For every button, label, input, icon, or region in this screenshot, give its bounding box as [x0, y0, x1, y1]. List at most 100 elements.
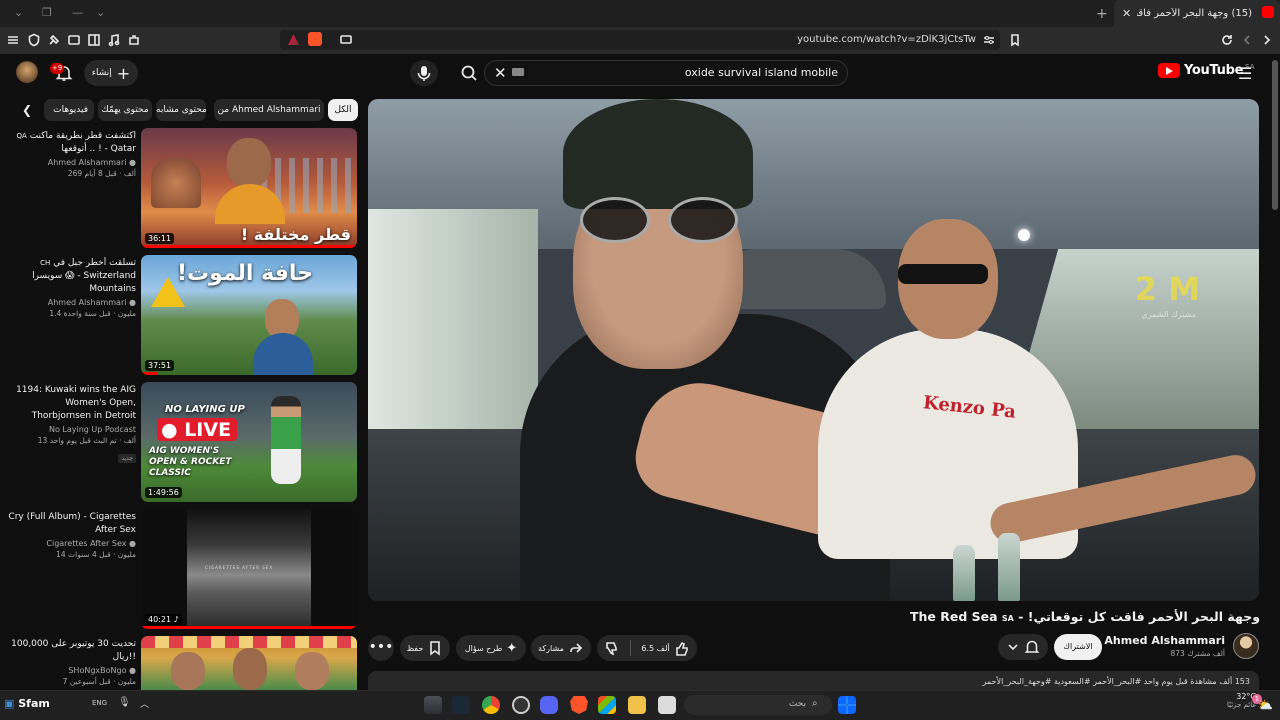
search-clear-icon[interactable]: ✕	[494, 64, 507, 82]
chip-for-you[interactable]: محتوى يهمّك	[98, 99, 152, 121]
page-scrollbar[interactable]	[1272, 60, 1278, 210]
back-icon[interactable]	[1240, 33, 1254, 47]
reader-icon[interactable]	[87, 33, 101, 47]
video-player[interactable]: Kenzo Pa	[368, 99, 1259, 601]
puzzle-icon[interactable]	[127, 33, 141, 47]
tabs-icon[interactable]	[67, 33, 81, 47]
tab-search-icon[interactable]: ⌄	[14, 6, 23, 19]
search-icon[interactable]	[456, 61, 482, 85]
rec-channel: No Laying Up Podcast	[48, 425, 136, 434]
tent-stripes-graphic	[141, 636, 357, 648]
music-icon[interactable]	[107, 33, 121, 47]
language-indicator[interactable]: ENG	[92, 699, 107, 707]
youtube-favicon-icon	[1262, 6, 1274, 18]
obs-icon[interactable]	[512, 696, 530, 714]
partly-cloudy-icon: ⛅	[1258, 698, 1273, 712]
rec-meta: 1.4 مليون · قبل سنة واحدة	[49, 309, 136, 318]
like-icon[interactable]	[674, 640, 690, 656]
rec-thumbnail[interactable]: قطر مختلفة ! 36:11	[141, 128, 357, 248]
tray-chevron-up-icon[interactable]: ︿	[140, 697, 149, 710]
rec-info[interactable]: تحديت 30 يوتيوبر على 100,000 ريال!! SHoN…	[8, 638, 136, 686]
verified-icon: ●	[129, 539, 136, 548]
more-actions-icon[interactable]: •••	[368, 635, 394, 661]
site-settings-icon[interactable]	[982, 33, 996, 47]
taskbar-search-box[interactable]	[684, 695, 832, 715]
save-button[interactable]: حفظ	[400, 635, 450, 661]
user-widget[interactable]: ▣ Sfam	[4, 697, 50, 710]
windows-start-icon[interactable]	[838, 696, 856, 714]
extensions-icon[interactable]	[47, 33, 61, 47]
rec-info[interactable]: 1194: Kuwaki wins the AIG Women's Open, …	[8, 384, 136, 464]
car-left-window	[368, 209, 538, 449]
search-icon: ⌕	[812, 698, 818, 709]
rec-title: 1194: Kuwaki wins the AIG Women's Open, …	[16, 385, 136, 421]
voice-search-button[interactable]	[410, 60, 438, 86]
description-text[interactable]: 153 ألف مشاهدة قبل يوم واحد #البحر_الأحم…	[983, 677, 1250, 686]
rec-watch-progress	[141, 245, 357, 248]
weather-widget[interactable]: 32°C غائم جزئيًا	[1206, 692, 1256, 709]
rec-info[interactable]: CH تسلقت أخطر جبل في سويسرا 😱 - Switzerl…	[8, 257, 136, 318]
dislike-icon[interactable]	[604, 640, 620, 656]
rec-watch-progress	[141, 626, 357, 629]
keyboard-icon[interactable]	[512, 68, 524, 76]
notification-pref-button[interactable]	[998, 634, 1048, 660]
chip-videos[interactable]: فيديوهات	[44, 99, 94, 121]
sparkle-icon: ✦	[506, 640, 518, 656]
chip-from-channel[interactable]: من Ahmed Alshammari	[214, 99, 324, 121]
file-explorer-icon[interactable]	[628, 696, 646, 714]
rec-info[interactable]: QA اكتشفت قطر بطريقة ماكنت أتوقعها .. ! …	[8, 130, 136, 178]
search-query[interactable]: oxide survival island mobile	[685, 66, 838, 79]
person-jacket-graphic	[253, 333, 313, 375]
steam-icon[interactable]	[452, 696, 470, 714]
channel-avatar[interactable]	[1233, 633, 1259, 659]
rec-thumbnail[interactable]: NO LAYING UP ● LIVE AIG WOMEN'S OPEN & R…	[141, 382, 357, 502]
cast-icon[interactable]	[339, 33, 353, 47]
forward-icon[interactable]	[1260, 33, 1274, 47]
rec-thumbnail[interactable]: حافة الموت! 37:51	[141, 255, 357, 375]
tab-close-icon[interactable]: ✕	[1122, 7, 1131, 20]
reload-icon[interactable]	[1220, 33, 1234, 47]
subscriber-overlay-number: 2 M	[1134, 270, 1200, 308]
person-face-graphic	[295, 652, 329, 690]
browser-tab-active[interactable]: (15) وجهة البحر الأحمر فاقت كل ✕	[1114, 0, 1280, 27]
discord-icon[interactable]	[540, 696, 558, 714]
create-button[interactable]: إنشاء +	[84, 60, 138, 86]
rec-duration: 36:11	[145, 233, 175, 244]
sidebar-menu-icon[interactable]	[6, 33, 20, 47]
rec-duration: 40:21 ♪	[145, 614, 182, 625]
account-avatar[interactable]	[16, 61, 38, 83]
rec-thumbnail[interactable]: CIGARETTES AFTER SEX 40:21 ♪	[141, 509, 357, 629]
new-tab-button[interactable]: +	[1096, 6, 1108, 22]
app-icon-terminal[interactable]	[424, 696, 442, 714]
restore-icon[interactable]: ❐	[42, 6, 52, 19]
ask-button[interactable]: طرح سؤال ✦	[456, 635, 526, 661]
notes-icon[interactable]	[658, 696, 676, 714]
building-graphic	[151, 158, 201, 208]
guide-menu-icon[interactable]: ☰	[1238, 64, 1252, 83]
chip-all[interactable]: الكل	[328, 99, 358, 121]
taskbar-search-placeholder: بحث	[788, 699, 806, 709]
bookmark-icon[interactable]	[1008, 33, 1022, 47]
minimize-icon[interactable]: —	[72, 6, 83, 19]
store-icon[interactable]	[598, 696, 616, 714]
save-label: حفظ	[406, 643, 424, 653]
rec-info[interactable]: Cry (Full Album) - Cigarettes After Sex …	[8, 511, 136, 559]
tab-list-icon[interactable]: ⌄	[96, 6, 105, 19]
share-icon	[570, 643, 583, 653]
url-text[interactable]: youtube.com/watch?v=zDlK3jCtsTw	[797, 34, 976, 45]
chip-related[interactable]: محتوى مشابه	[156, 99, 206, 121]
chips-prev-chevron-icon[interactable]: ❮	[22, 103, 32, 117]
chrome-icon[interactable]	[482, 696, 500, 714]
rec-duration: 37:51	[145, 360, 175, 371]
subscribe-button[interactable]: الاشتراك	[1054, 634, 1102, 660]
shield-icon[interactable]	[27, 33, 41, 47]
microphone-icon[interactable]: 🎙	[118, 697, 131, 708]
rec-meta: 14 مليون · قبل 4 سنوات	[56, 550, 136, 559]
like-count[interactable]: 6.5 ألف	[641, 644, 669, 653]
share-button[interactable]: مشاركة	[531, 635, 591, 661]
rec-meta: 13 ألف · تم البث قبل يوم واحد	[37, 436, 136, 445]
rec-thumbnail[interactable]	[141, 636, 357, 690]
brave-shields-icon[interactable]	[308, 32, 322, 46]
channel-name[interactable]: ● Ahmed Alshammari	[1094, 634, 1225, 647]
subscriber-count: 873 ألف مشترك	[1170, 649, 1225, 658]
